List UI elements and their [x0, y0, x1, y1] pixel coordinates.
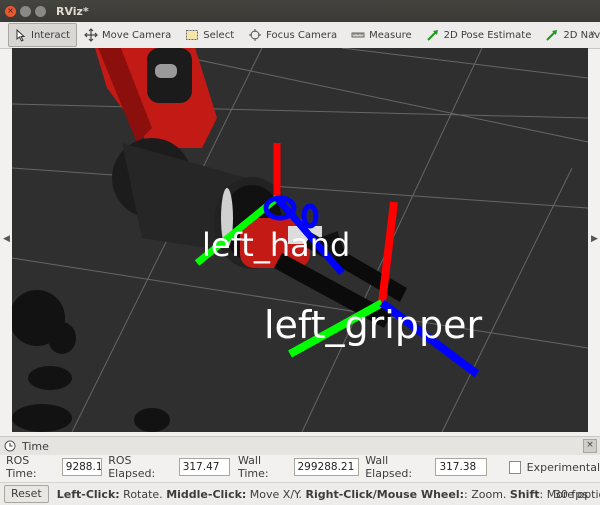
interact-tool-label: Interact [31, 30, 70, 41]
3d-render-view[interactable]: left_hand left_gripper [12, 48, 588, 432]
hint-middle-click: Middle-Click: [166, 488, 246, 501]
time-panel-close-button[interactable]: × [583, 439, 597, 453]
close-window-button[interactable]: × [5, 6, 16, 17]
left-dock-collapse-icon[interactable]: ◀ [3, 234, 10, 244]
experimental-checkbox[interactable] [509, 461, 521, 474]
ros-time-field[interactable]: 9288.18 [62, 458, 102, 476]
ros-time-label: ROS Time: [6, 454, 58, 480]
2d-pose-estimate-tool-label: 2D Pose Estimate [444, 30, 532, 41]
clock-icon [4, 440, 16, 452]
minimize-window-button[interactable] [20, 6, 31, 17]
maximize-window-button[interactable] [35, 6, 46, 17]
nav-arrow-icon [545, 28, 559, 42]
scene-canvas: left_hand left_gripper [12, 48, 588, 432]
wall-time-label: Wall Time: [238, 454, 290, 480]
hint-shift: Shift [510, 488, 540, 501]
move-camera-tool-label: Move Camera [102, 30, 171, 41]
ros-elapsed-field[interactable]: 317.47 [179, 458, 230, 476]
wall-elapsed-field[interactable]: 317.38 [435, 458, 486, 476]
hint-left-click-action: Rotate. [120, 488, 167, 501]
hint-right-click: Right-Click/Mouse Wheel: [306, 488, 464, 501]
focus-camera-tool-label: Focus Camera [266, 30, 337, 41]
select-tool-label: Select [203, 30, 234, 41]
fps-counter: 30 fps [554, 488, 588, 501]
time-panel-title: Time [22, 440, 49, 453]
point-cloud-shadows [12, 290, 170, 432]
ros-elapsed-label: ROS Elapsed: [108, 454, 174, 480]
pose-arrow-icon [426, 28, 440, 42]
time-panel-header: Time × [0, 436, 600, 455]
interact-icon [13, 28, 27, 42]
2d-pose-estimate-tool-button[interactable]: 2D Pose Estimate [421, 23, 539, 47]
status-bar: Reset Left-Click: Rotate. Middle-Click: … [0, 482, 600, 505]
focus-camera-tool-button[interactable]: Focus Camera [243, 23, 344, 47]
move-camera-icon [84, 28, 98, 42]
time-panel-row: ROS Time: 9288.18 ROS Elapsed: 317.47 Wa… [0, 455, 600, 479]
select-icon [185, 28, 199, 42]
title-bar: × RViz* [0, 0, 600, 22]
wall-elapsed-label: Wall Elapsed: [365, 454, 431, 480]
measure-tool-button[interactable]: Measure [346, 23, 419, 47]
left-gripper-frame-label: left_gripper [264, 303, 482, 347]
tools-toolbar: Interact Move Camera Select Focus Camera… [0, 22, 600, 49]
hint-left-click: Left-Click: [57, 488, 120, 501]
measure-icon [351, 28, 365, 42]
hint-middle-click-action: Move X/Y. [246, 488, 305, 501]
wall-time-field[interactable]: 299288.21 [294, 458, 360, 476]
mouse-hint-text: Left-Click: Rotate. Middle-Click: Move X… [57, 488, 600, 501]
right-dock-collapse-icon[interactable]: ▶ [591, 234, 598, 244]
measure-tool-label: Measure [369, 30, 412, 41]
select-tool-button[interactable]: Select [180, 23, 241, 47]
move-camera-tool-button[interactable]: Move Camera [79, 23, 178, 47]
hint-right-click-action: : Zoom. [464, 488, 510, 501]
toolbar-overflow-button[interactable]: » [590, 28, 596, 39]
reset-button[interactable]: Reset [4, 485, 49, 503]
focus-camera-icon [248, 28, 262, 42]
robot-arm-upper [92, 48, 217, 148]
left-hand-frame-label: left_hand [202, 226, 350, 264]
window-title: RViz* [56, 5, 89, 18]
experimental-label: Experimental [527, 461, 600, 474]
interact-tool-button[interactable]: Interact [8, 23, 77, 47]
